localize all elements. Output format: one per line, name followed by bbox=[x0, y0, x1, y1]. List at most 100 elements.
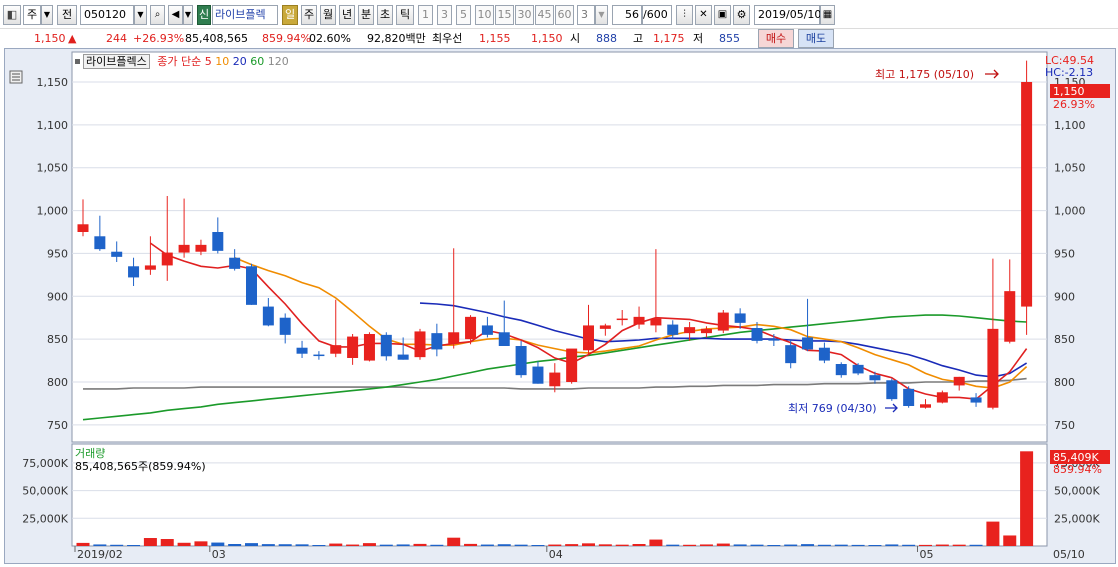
volume-tick-label: 50,000K bbox=[1054, 485, 1100, 498]
candle-body bbox=[229, 257, 241, 269]
volume-bar bbox=[565, 544, 579, 546]
volume-bar bbox=[649, 539, 663, 546]
volume-bar bbox=[598, 544, 612, 546]
volume-bar bbox=[834, 544, 848, 546]
sell-button[interactable]: 매도 bbox=[798, 29, 834, 48]
candle-body bbox=[650, 318, 662, 326]
candle-body bbox=[1021, 82, 1033, 307]
new-listing-badge: 신 bbox=[197, 5, 211, 25]
interval-5-button[interactable]: 5 bbox=[456, 5, 471, 25]
ma-title: 종가 단순 bbox=[157, 55, 202, 68]
period-tick-button[interactable]: 틱 bbox=[396, 5, 414, 25]
window-layout-icon[interactable]: ◧ bbox=[3, 5, 21, 25]
period-year-button[interactable]: 년 bbox=[339, 5, 355, 25]
candle-body bbox=[566, 348, 578, 382]
calendar-icon[interactable]: ▦ bbox=[820, 5, 835, 25]
period-month-button[interactable]: 월 bbox=[320, 5, 336, 25]
volume-bar bbox=[666, 544, 680, 546]
price-tick-label: 750 bbox=[1054, 419, 1075, 432]
candle-body bbox=[869, 375, 881, 381]
volume-bar bbox=[110, 544, 124, 546]
volume-bar bbox=[480, 544, 494, 546]
volume-bar bbox=[514, 544, 528, 546]
period-week-button[interactable]: 주 bbox=[301, 5, 317, 25]
price-volume-chart[interactable]: 750 800 850 900 950 1,000 1,050 1,100 1,150 750 8… bbox=[5, 49, 1115, 563]
volume-bar bbox=[127, 545, 141, 547]
price-change-pct: +26.93% bbox=[133, 32, 185, 45]
volume-bar bbox=[261, 544, 275, 546]
period-minute-button[interactable]: 분 bbox=[358, 5, 374, 25]
volume-bar bbox=[632, 544, 646, 546]
best-bid: 1,150 bbox=[531, 32, 563, 45]
volume-bar bbox=[935, 544, 949, 546]
candle-type-icon[interactable]: ⫶ bbox=[676, 5, 693, 25]
volume-value: 85,408,565 bbox=[185, 32, 248, 45]
prev-label: 전 bbox=[61, 8, 73, 21]
speaker-dropdown-icon[interactable]: ▼ bbox=[183, 5, 193, 25]
interval-3-button[interactable]: 3 bbox=[437, 5, 452, 25]
candle-body bbox=[262, 306, 274, 326]
candle-body bbox=[835, 364, 847, 376]
ma5-legend: 5 bbox=[204, 55, 212, 68]
volume-bar bbox=[885, 544, 899, 546]
price-tick-label: 950 bbox=[1054, 247, 1075, 260]
buy-button[interactable]: 매수 bbox=[758, 29, 794, 48]
save-icon[interactable]: ▣ bbox=[714, 5, 731, 25]
crosshair-icon[interactable]: ✕ bbox=[695, 5, 712, 25]
candle-body bbox=[330, 345, 342, 354]
price-tick-label: 850 bbox=[1054, 333, 1075, 346]
volume-bar bbox=[1003, 535, 1017, 546]
price-tick-label: 900 bbox=[1054, 290, 1075, 303]
market-dropdown-icon[interactable]: ▼ bbox=[41, 5, 53, 25]
period-day-button[interactable]: 일 bbox=[282, 5, 298, 25]
candle-body bbox=[936, 392, 948, 403]
interval-input[interactable]: 3 bbox=[577, 5, 595, 25]
candle-body bbox=[987, 328, 999, 408]
gear-icon[interactable]: ⚙ bbox=[733, 5, 750, 25]
stock-tag[interactable]: 라이브플렉스 bbox=[83, 54, 150, 69]
candle-body bbox=[667, 324, 679, 335]
price-axis-left: 750 800 850 900 950 1,000 1,050 1,100 1,150 bbox=[37, 76, 69, 432]
candle-body bbox=[128, 266, 140, 278]
chart-area[interactable]: 750 800 850 900 950 1,000 1,050 1,100 1,150 750 8… bbox=[4, 48, 1116, 564]
candle-body bbox=[195, 244, 207, 252]
stock-name: 라이브플렉 bbox=[215, 8, 266, 21]
price-axis-right: 750 800 850 900 950 1,000 1,050 1,100 1,150 bbox=[1054, 76, 1086, 432]
candle-body bbox=[296, 347, 308, 354]
interval-45-button[interactable]: 45 bbox=[535, 5, 554, 25]
candle-body bbox=[599, 325, 611, 329]
interval-10-button[interactable]: 10 bbox=[475, 5, 494, 25]
date-tick-label: 03 bbox=[212, 548, 226, 561]
search-icon[interactable]: ⌕ bbox=[150, 5, 165, 25]
prev-button[interactable]: 전 bbox=[57, 5, 77, 25]
open-price: 888 bbox=[596, 32, 617, 45]
volume-bar bbox=[801, 544, 815, 546]
volume-bar bbox=[430, 544, 444, 546]
date-input[interactable]: 2019/05/10 bbox=[754, 5, 821, 25]
price-tick-label: 750 bbox=[47, 419, 68, 432]
price-tick-label: 800 bbox=[47, 376, 68, 389]
candle-body bbox=[953, 376, 965, 386]
interval-60-button[interactable]: 60 bbox=[555, 5, 574, 25]
interval-1-button[interactable]: 1 bbox=[418, 5, 433, 25]
interval-dropdown-icon[interactable]: ▼ bbox=[595, 5, 608, 25]
period-second-button[interactable]: 초 bbox=[377, 5, 393, 25]
interval-30-button[interactable]: 30 bbox=[515, 5, 534, 25]
candle-body bbox=[970, 397, 982, 403]
volume-bar bbox=[683, 544, 697, 546]
count-input[interactable]: 56 bbox=[612, 5, 642, 25]
candle-body bbox=[347, 336, 359, 358]
interval-15-button[interactable]: 15 bbox=[495, 5, 514, 25]
volume-bar bbox=[699, 544, 713, 546]
code-dropdown-icon[interactable]: ▼ bbox=[134, 5, 147, 25]
market-select[interactable]: 주 bbox=[23, 5, 41, 25]
volume-bar bbox=[447, 537, 461, 546]
speaker-icon[interactable]: ◀ bbox=[168, 5, 183, 25]
volume-bar bbox=[362, 543, 376, 546]
volume-bar bbox=[295, 544, 309, 546]
volume-panel bbox=[71, 443, 1048, 547]
volume-bar bbox=[902, 544, 916, 546]
volume-bar bbox=[582, 543, 595, 546]
volume-tick-label: 25,000K bbox=[22, 512, 68, 525]
stock-code-input[interactable]: 050120 bbox=[80, 5, 134, 25]
